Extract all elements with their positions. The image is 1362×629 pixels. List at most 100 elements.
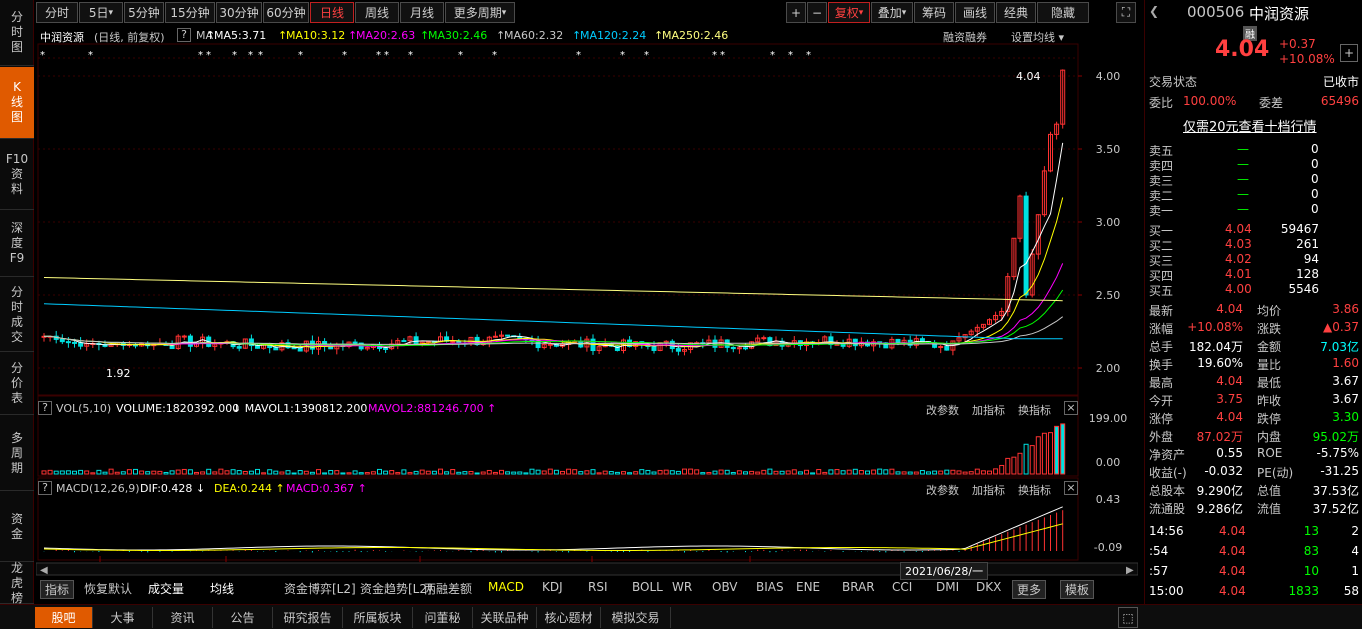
indicator-tab-12[interactable]: OBV: [712, 580, 738, 594]
indicator-tab-7[interactable]: MACD: [488, 580, 524, 594]
indicator-tab-17[interactable]: DMI: [936, 580, 959, 594]
indicator-tab-3[interactable]: 均线: [210, 580, 234, 597]
bottom-tab-8[interactable]: 核心题材: [537, 607, 601, 628]
chart-area[interactable]: 4.003.503.002.502.00199.000.000.43-0.090…: [36, 26, 1138, 580]
toolbar-btn-5[interactable]: 画线: [955, 2, 995, 23]
help-icon[interactable]: ?: [177, 28, 191, 42]
event-marker-icon[interactable]: *: [408, 50, 413, 61]
indicator-btn-0[interactable]: 改参数: [926, 482, 959, 498]
event-marker-icon[interactable]: *: [712, 50, 717, 61]
nav-item-7[interactable]: 资金: [0, 492, 34, 562]
close-icon[interactable]: ×: [1064, 481, 1078, 495]
period-tab-8[interactable]: 月线: [400, 2, 444, 23]
toolbar-btn-1[interactable]: −: [807, 2, 827, 23]
period-tab-6[interactable]: 日线: [310, 2, 354, 23]
nav-item-5[interactable]: 分价表: [0, 353, 34, 415]
bottom-tab-6[interactable]: 问董秘: [413, 607, 473, 628]
event-marker-icon[interactable]: *: [576, 50, 581, 61]
toolbar-btn-3[interactable]: 叠加 ▾: [871, 2, 913, 23]
macd-help-icon[interactable]: ?: [38, 481, 52, 495]
event-marker-icon[interactable]: *: [770, 50, 775, 61]
bottom-tab-0[interactable]: 股吧: [35, 607, 93, 628]
add-watchlist-icon[interactable]: +: [1340, 44, 1358, 62]
nav-item-4[interactable]: 分时成交: [0, 278, 34, 352]
close-icon[interactable]: ×: [1064, 401, 1078, 415]
toolbar-btn-2[interactable]: 复权 ▾: [828, 2, 870, 23]
period-tab-5[interactable]: 60分钟: [263, 2, 309, 23]
scroll-left-icon[interactable]: ◀: [40, 565, 48, 576]
indicator-tab-15[interactable]: BRAR: [842, 580, 875, 594]
indicator-tab-19[interactable]: 更多: [1012, 580, 1047, 599]
indicator-btn-0[interactable]: 改参数: [926, 402, 959, 418]
period-tab-3[interactable]: 15分钟: [165, 2, 215, 23]
expand-icon[interactable]: ⬚: [1118, 607, 1138, 628]
event-marker-icon[interactable]: *: [806, 50, 811, 61]
event-marker-icon[interactable]: *: [342, 50, 347, 61]
event-marker-icon[interactable]: *: [458, 50, 463, 61]
indicator-btn-2[interactable]: 换指标: [1018, 402, 1051, 418]
nav-item-2[interactable]: F10 资料: [0, 140, 34, 210]
indicator-tab-2[interactable]: 成交量: [148, 580, 184, 597]
event-marker-icon[interactable]: *: [644, 50, 649, 61]
bottom-tab-2[interactable]: 资讯: [153, 607, 213, 628]
indicator-tab-1[interactable]: 恢复默认: [84, 580, 132, 597]
event-marker-icon[interactable]: *: [788, 50, 793, 61]
indicator-tab-0[interactable]: 指标: [40, 580, 75, 599]
period-tab-2[interactable]: 5分钟: [124, 2, 164, 23]
indicator-tab-20[interactable]: 模板: [1060, 580, 1095, 599]
bottom-tab-5[interactable]: 所属板块: [343, 607, 413, 628]
event-marker-icon[interactable]: *: [620, 50, 625, 61]
period-tab-7[interactable]: 周线: [355, 2, 399, 23]
bottom-tab-4[interactable]: 研究报告: [273, 607, 343, 628]
indicator-tab-14[interactable]: ENE: [796, 580, 820, 594]
nav-item-0[interactable]: 分时图: [0, 0, 34, 66]
level10-promo-link[interactable]: 仅需20元查看十档行情: [1183, 116, 1317, 135]
indicator-tab-9[interactable]: RSI: [588, 580, 608, 594]
period-tab-1[interactable]: 5日 ▾: [79, 2, 123, 23]
nav-item-6[interactable]: 多周期: [0, 416, 34, 491]
indicator-tab-8[interactable]: KDJ: [542, 580, 563, 594]
fullscreen-icon[interactable]: ⛶: [1116, 2, 1136, 23]
indicator-btn-1[interactable]: 加指标: [972, 482, 1005, 498]
nav-item-8[interactable]: 龙虎榜: [0, 561, 34, 605]
back-icon[interactable]: ❮: [1149, 4, 1159, 18]
event-marker-icon[interactable]: *: [384, 50, 389, 61]
period-tab-9[interactable]: 更多周期 ▾: [445, 2, 515, 23]
nav-item-3[interactable]: 深度 F9: [0, 211, 34, 277]
indicator-tab-18[interactable]: DKX: [976, 580, 1001, 594]
scroll-right-icon[interactable]: ▶: [1126, 565, 1134, 576]
bottom-tab-7[interactable]: 关联品种: [473, 607, 537, 628]
indicator-tab-16[interactable]: CCI: [892, 580, 912, 594]
toolbar-btn-4[interactable]: 筹码: [914, 2, 954, 23]
toolbar-btn-7[interactable]: 隐藏: [1037, 2, 1089, 23]
event-marker-icon[interactable]: *: [40, 50, 45, 61]
event-marker-icon[interactable]: *: [248, 50, 253, 61]
bottom-tab-3[interactable]: 公告: [213, 607, 273, 628]
event-marker-icon[interactable]: *: [376, 50, 381, 61]
bottom-tab-9[interactable]: 模拟交易: [601, 607, 671, 628]
bottom-tab-1[interactable]: 大事: [93, 607, 153, 628]
indicator-tab-13[interactable]: BIAS: [756, 580, 784, 594]
indicator-btn-1[interactable]: 加指标: [972, 402, 1005, 418]
indicator-tab-6[interactable]: 两融差额: [424, 580, 472, 597]
event-marker-icon[interactable]: *: [492, 50, 497, 61]
event-marker-icon[interactable]: *: [258, 50, 263, 61]
period-tab-0[interactable]: 分时: [36, 2, 78, 23]
event-marker-icon[interactable]: *: [720, 50, 725, 61]
margin-button[interactable]: 融资融券: [943, 29, 987, 45]
event-marker-icon[interactable]: *: [198, 50, 203, 61]
indicator-tab-11[interactable]: WR: [672, 580, 692, 594]
event-marker-icon[interactable]: *: [232, 50, 237, 61]
toolbar-btn-0[interactable]: +: [786, 2, 806, 23]
nav-kline[interactable]: K线图: [0, 67, 34, 139]
indicator-tab-4[interactable]: 资金博弈[L2]: [284, 580, 356, 597]
toolbar-btn-6[interactable]: 经典: [996, 2, 1036, 23]
event-marker-icon[interactable]: *: [298, 50, 303, 61]
indicator-tab-5[interactable]: 资金趋势[L2]: [360, 580, 432, 597]
event-marker-icon[interactable]: *: [206, 50, 211, 61]
indicator-btn-2[interactable]: 换指标: [1018, 482, 1051, 498]
ma-setting-button[interactable]: 设置均线 ▾: [1011, 29, 1064, 45]
vol-help-icon[interactable]: ?: [38, 401, 52, 415]
event-marker-icon[interactable]: *: [88, 50, 93, 61]
indicator-tab-10[interactable]: BOLL: [632, 580, 663, 594]
